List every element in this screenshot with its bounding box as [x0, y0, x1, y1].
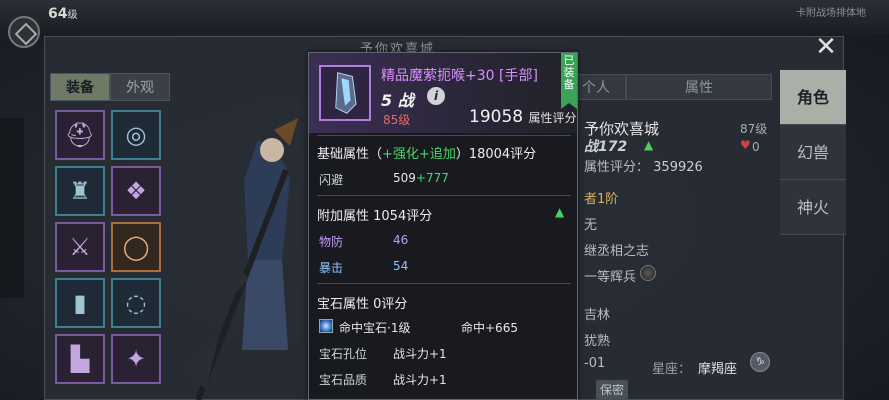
top-right-label: 卡附战场排体地	[796, 8, 866, 19]
charm-slot[interactable]: ✦	[111, 334, 161, 384]
star-sign-label: 星座：	[652, 362, 692, 377]
gem-icon	[319, 319, 333, 333]
divider	[317, 135, 571, 136]
item-rank: 5 战	[381, 91, 414, 110]
profile-row-birthday: -01	[584, 356, 606, 371]
gem-quality-value: 战斗力+1	[393, 373, 447, 387]
side-tab-beast[interactable]: 幻兽	[780, 125, 846, 180]
star-sign-value: 摩羯座	[698, 362, 738, 377]
item-score: 19058 属性评分	[469, 107, 577, 127]
armor-slot[interactable]: ♜	[55, 166, 105, 216]
stat-dodge-label: 闪避	[319, 173, 344, 187]
profile-row-rank: 者1阶	[584, 192, 619, 207]
item-tooltip: 精品魔萦扼喉+30 [手部] 5 战 i 85级 19058 属性评分 已装备 …	[308, 52, 578, 400]
profile-row-location: 吉林	[584, 308, 611, 323]
item-level: 85级	[383, 113, 411, 127]
stat-crit-value: 54	[393, 259, 409, 273]
base-attr-header: 基础属性（+强化+追加）18004评分	[317, 147, 537, 162]
close-icon[interactable]: ✕	[812, 34, 840, 62]
equip-tabs: 装备 外观	[50, 73, 170, 101]
stat-dodge-value: 509+777	[393, 171, 449, 185]
amulet-slot[interactable]: ❖	[111, 166, 161, 216]
gem-attr-header: 宝石属性 0评分	[317, 297, 408, 312]
side-tab-fire[interactable]: 神火	[780, 180, 846, 235]
zodiac-icon: ♑	[750, 352, 770, 372]
tab-equip[interactable]: 装备	[50, 73, 110, 101]
helmet-icon: ⛑	[64, 121, 96, 149]
privacy-badge: 保密	[596, 380, 629, 399]
gem-slot-value: 战斗力+1	[393, 347, 447, 361]
top-hud: 64级 卡附战场排体地	[0, 0, 889, 48]
necklace-icon: ◎	[125, 121, 147, 149]
boots-icon: ▙	[70, 345, 90, 373]
bracer-slot[interactable]: ⚔	[55, 222, 105, 272]
profile-row-title: 无	[584, 218, 598, 233]
stat-crit-label: 暴击	[319, 261, 344, 275]
profile-score: 属性评分： 359926	[584, 160, 703, 175]
equipped-badge: 已装备	[561, 53, 577, 109]
profile-cp: 战172	[584, 139, 628, 155]
profile-row-status: 犹熟	[584, 334, 611, 349]
ring-slot[interactable]: ◯	[111, 222, 161, 272]
compass-icon[interactable]	[8, 16, 40, 48]
gem-value: 命中+665	[461, 321, 518, 335]
player-level: 64级	[48, 6, 78, 22]
ring2-slot[interactable]: ◌	[111, 278, 161, 328]
profile-level: 87级	[740, 122, 768, 136]
leggings-icon: ▮	[73, 289, 87, 317]
stat-pdef-value: 46	[393, 233, 409, 247]
gem-name: 命中宝石·1级	[339, 321, 411, 335]
gem-slot-label: 宝石孔位	[319, 347, 368, 361]
like-count: 0	[752, 140, 760, 154]
up-arrow-icon: ▲	[644, 138, 654, 152]
armor-icon: ♜	[69, 177, 91, 205]
item-name: 精品魔萦扼喉+30 [手部]	[381, 68, 538, 84]
side-tab-role[interactable]: 角色	[780, 70, 846, 125]
ring2-icon: ◌	[125, 289, 147, 317]
like-icon[interactable]: ♥	[740, 138, 751, 152]
medal-icon	[640, 265, 656, 281]
charm-icon: ✦	[125, 345, 147, 373]
stat-pdef-label: 物防	[319, 235, 344, 249]
gem-quality-label: 宝石品质	[319, 373, 368, 387]
side-tabs: 角色 幻兽 神火	[780, 70, 846, 235]
gauntlet-icon	[319, 65, 371, 121]
leggings-slot[interactable]: ▮	[55, 278, 105, 328]
character-model	[188, 118, 298, 400]
profile-row-military: 一等辉兵	[584, 270, 637, 285]
tab-attr[interactable]: 属性	[626, 74, 772, 100]
equip-slot-grid: ⛑ ◎ ♜ ❖ ⚔ ◯ ▮ ◌ ▙ ✦	[55, 110, 163, 390]
info-icon[interactable]: i	[427, 87, 445, 105]
profile-row-motto: 继丞相之志	[584, 244, 650, 259]
amulet-icon: ❖	[125, 177, 147, 205]
extra-attr-header: 附加属性 1054评分	[317, 209, 433, 224]
divider	[317, 195, 571, 196]
tab-appearance[interactable]: 外观	[110, 73, 170, 101]
boots-slot[interactable]: ▙	[55, 334, 105, 384]
divider	[317, 283, 571, 284]
necklace-slot[interactable]: ◎	[111, 110, 161, 160]
ring-icon: ◯	[122, 233, 150, 261]
profile-tabs: 个人 属性	[566, 74, 772, 100]
helmet-slot[interactable]: ⛑	[55, 110, 105, 160]
left-chat-strip	[0, 118, 24, 298]
bracer-icon: ⚔	[69, 233, 91, 261]
up-arrow-icon: ▲	[555, 205, 565, 219]
